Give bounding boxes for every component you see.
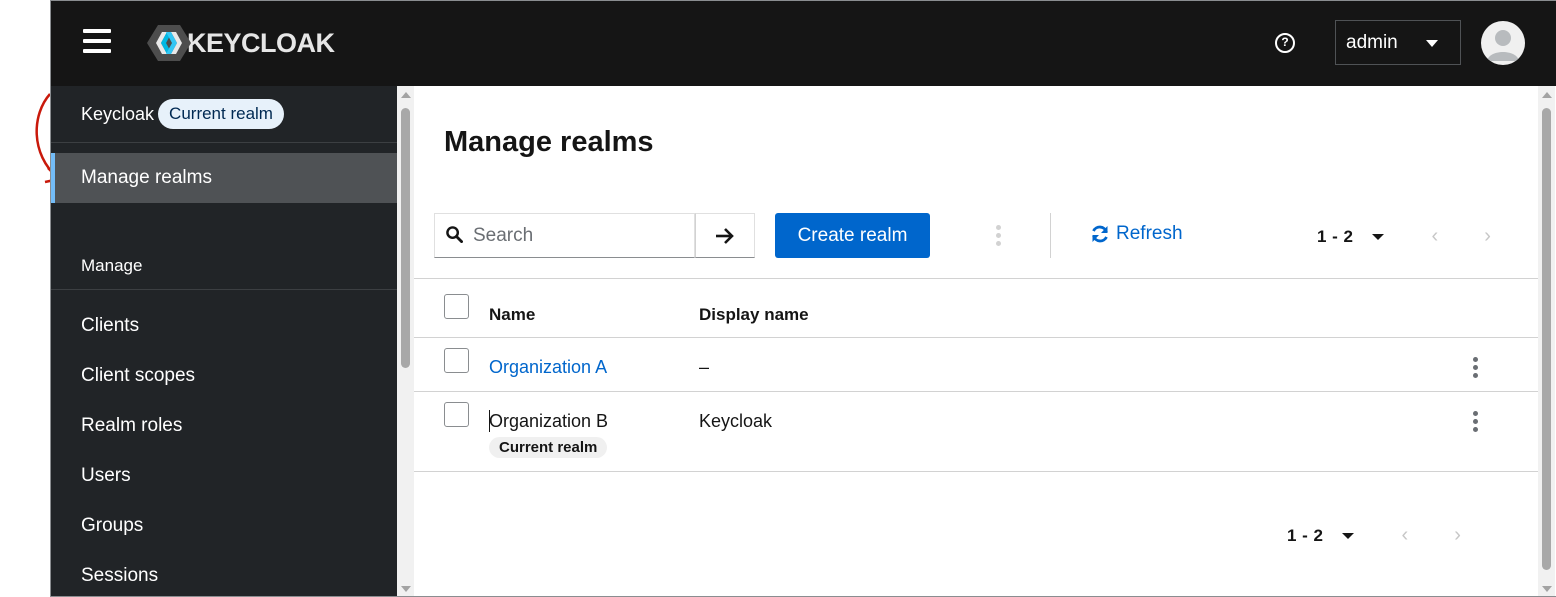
keycloak-logo[interactable]: KEYCLOAK bbox=[147, 23, 335, 63]
masthead: KEYCLOAK ? admin bbox=[51, 1, 1556, 86]
realm-display-name: Keycloak bbox=[699, 411, 773, 431]
table-row-divider bbox=[414, 391, 1538, 392]
search-field[interactable] bbox=[434, 213, 695, 258]
sidebar-divider bbox=[51, 289, 397, 290]
realm-selector[interactable]: Keycloak Current realm bbox=[81, 98, 284, 130]
realm-display-name: – bbox=[699, 357, 710, 377]
previous-page-icon[interactable]: ‹ bbox=[1432, 225, 1439, 248]
search-icon bbox=[446, 226, 463, 243]
pagination-range: 1 - 2 bbox=[1287, 525, 1324, 545]
table-top-divider bbox=[414, 278, 1538, 279]
brand-name: KEYCLOAK bbox=[187, 27, 335, 58]
sidebar-section-manage: Manage bbox=[81, 256, 143, 275]
scroll-down-icon[interactable] bbox=[401, 586, 411, 592]
caret-down-icon bbox=[1426, 40, 1438, 47]
refresh-icon bbox=[1092, 225, 1108, 243]
sidebar-divider bbox=[51, 142, 397, 143]
sidebar-item-users[interactable]: Users bbox=[81, 465, 131, 487]
current-realm-badge: Current realm bbox=[489, 437, 608, 458]
avatar-icon[interactable] bbox=[1481, 21, 1525, 65]
user-name: admin bbox=[1346, 31, 1398, 53]
table-header-divider bbox=[414, 337, 1538, 338]
realm-name-link[interactable]: Organization A bbox=[489, 357, 607, 378]
column-header-name[interactable]: Name bbox=[489, 305, 535, 325]
refresh-button[interactable]: Refresh bbox=[1090, 223, 1183, 245]
sidebar-item-client-scopes[interactable]: Client scopes bbox=[81, 365, 195, 387]
sidebar-nav: Keycloak Current realm Manage realms Man… bbox=[51, 86, 397, 596]
row-kebab-icon[interactable] bbox=[1473, 357, 1479, 381]
realm-name: Organization B bbox=[489, 411, 609, 431]
scroll-up-icon[interactable] bbox=[401, 92, 411, 98]
create-realm-button[interactable]: Create realm bbox=[775, 213, 930, 258]
search-input[interactable] bbox=[473, 224, 673, 247]
sidebar-item-clients[interactable]: Clients bbox=[81, 315, 139, 337]
per-page-caret-icon[interactable] bbox=[1371, 233, 1384, 240]
keycloak-logo-icon bbox=[147, 25, 191, 61]
sidebar-item-sessions[interactable]: Sessions bbox=[81, 565, 158, 587]
help-icon[interactable]: ? bbox=[1275, 33, 1295, 53]
refresh-label: Refresh bbox=[1116, 223, 1183, 244]
sidebar-item-groups[interactable]: Groups bbox=[81, 515, 143, 537]
pagination-range: 1 - 2 bbox=[1317, 226, 1354, 246]
previous-page-icon[interactable]: ‹ bbox=[1402, 524, 1409, 547]
sidebar-item-manage-realms[interactable]: Manage realms bbox=[51, 153, 397, 203]
scroll-down-icon[interactable] bbox=[1542, 586, 1552, 592]
scrollbar-thumb[interactable] bbox=[401, 108, 410, 368]
toolbar-kebab-icon[interactable] bbox=[996, 225, 1002, 249]
main-scrollbar[interactable] bbox=[1538, 86, 1555, 596]
row-checkbox[interactable] bbox=[444, 348, 469, 373]
page-title: Manage realms bbox=[444, 126, 654, 158]
user-dropdown[interactable]: admin bbox=[1335, 20, 1461, 65]
app-window: KEYCLOAK ? admin Keycloak Current realm … bbox=[50, 0, 1556, 597]
scrollbar-thumb[interactable] bbox=[1542, 108, 1551, 570]
sidebar-item-label: Manage realms bbox=[81, 167, 212, 188]
scroll-up-icon[interactable] bbox=[1542, 92, 1552, 98]
search-submit-button[interactable] bbox=[695, 213, 755, 258]
toolbar-divider bbox=[1050, 213, 1051, 258]
select-all-checkbox[interactable] bbox=[444, 294, 469, 319]
sidebar-item-realm-roles[interactable]: Realm roles bbox=[81, 415, 182, 437]
row-kebab-icon[interactable] bbox=[1473, 411, 1479, 435]
realm-name: Keycloak bbox=[81, 103, 155, 124]
main-content: Manage realms Create realm bbox=[414, 86, 1538, 596]
table-bottom-divider bbox=[414, 471, 1538, 472]
row-checkbox[interactable] bbox=[444, 402, 469, 427]
current-realm-badge: Current realm bbox=[158, 99, 284, 129]
pagination-bottom: 1 - 2 ‹ › bbox=[1287, 524, 1461, 547]
hamburger-menu-icon[interactable] bbox=[83, 29, 111, 53]
sidebar-scrollbar[interactable] bbox=[397, 86, 414, 596]
column-header-display-name[interactable]: Display name bbox=[699, 305, 809, 325]
next-page-icon[interactable]: › bbox=[1454, 524, 1461, 547]
arrow-right-icon bbox=[716, 227, 734, 244]
next-page-icon[interactable]: › bbox=[1484, 225, 1491, 248]
pagination-top: 1 - 2 ‹ › bbox=[1317, 225, 1491, 248]
per-page-caret-icon[interactable] bbox=[1341, 532, 1354, 539]
